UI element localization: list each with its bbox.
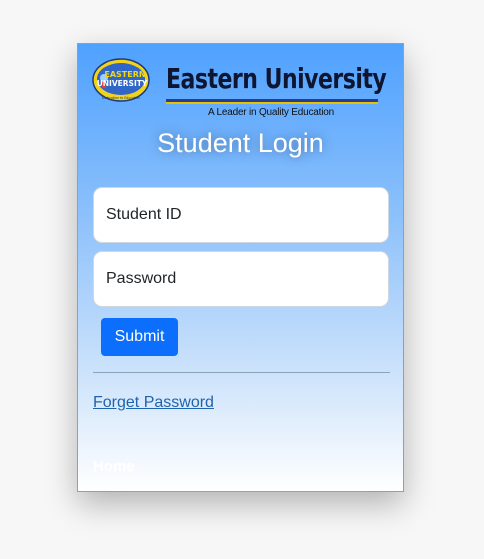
submit-button[interactable]: Submit (101, 318, 178, 356)
home-link[interactable]: Home (93, 458, 135, 475)
brand-underline (166, 99, 378, 104)
university-tagline: A Leader in Quality Education (208, 107, 334, 118)
university-name: Eastern University (166, 64, 387, 96)
login-card: EASTERN UNIVERSITY Dedication to Educati… (77, 43, 404, 492)
forget-password-link[interactable]: Forget Password (93, 394, 214, 412)
password-input[interactable] (93, 251, 389, 307)
brand-block: Eastern University A Leader in Quality E… (166, 64, 392, 118)
svg-text:UNIVERSITY: UNIVERSITY (97, 79, 148, 88)
page-title: Student Login (157, 128, 324, 158)
svg-text:Dedication to Education: Dedication to Education (102, 96, 140, 100)
university-seal-logo: EASTERN UNIVERSITY Dedication to Educati… (92, 58, 150, 102)
svg-text:EASTERN: EASTERN (104, 70, 145, 79)
divider (93, 372, 390, 373)
student-id-input[interactable] (93, 187, 389, 243)
